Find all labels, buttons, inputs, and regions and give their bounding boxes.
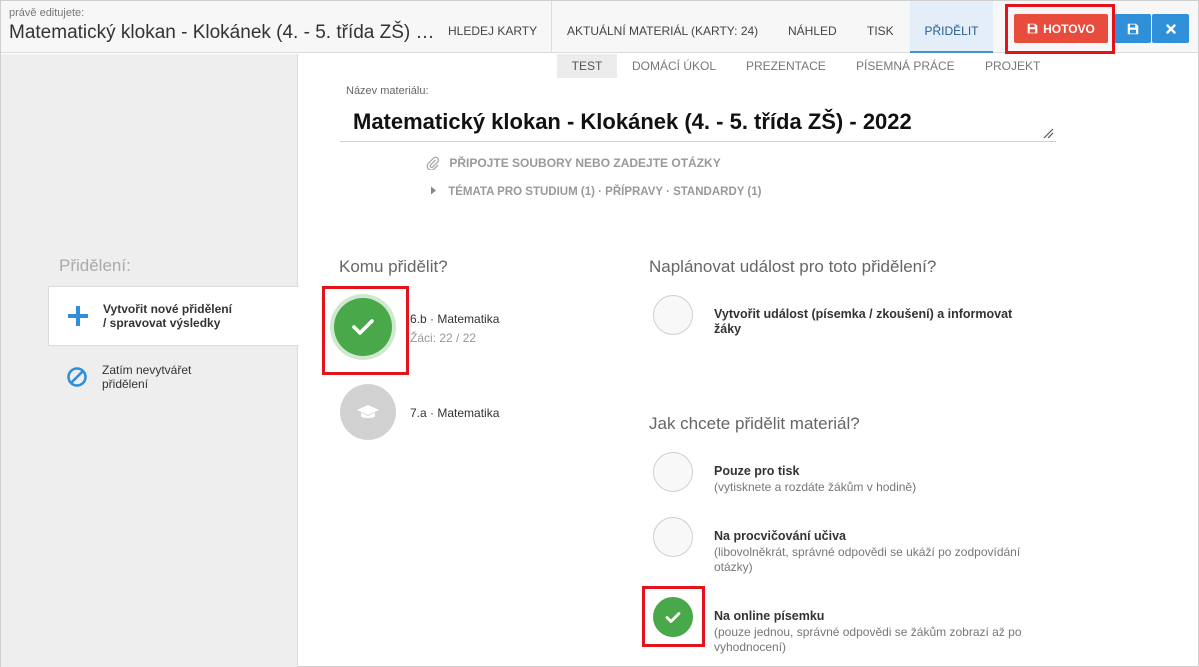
class-7a-name: 7.a · Matematika <box>410 406 500 420</box>
class-7a-toggle[interactable] <box>340 384 396 440</box>
resize-handle-icon[interactable] <box>1042 127 1054 139</box>
ban-icon <box>67 367 87 387</box>
sidebar-item-label: Vytvořit nové přidělení / spravovat výsl… <box>103 302 232 330</box>
subtab-project[interactable]: PROJEKT <box>985 54 1040 78</box>
subtab-written-work[interactable]: PÍSEMNÁ PRÁCE <box>856 54 955 78</box>
tab-divider <box>551 1 552 53</box>
sidebar-item-line2: přidělení <box>102 377 149 391</box>
create-event-label: Vytvořit událost (písemka / zkoušení) a … <box>714 307 1012 337</box>
sidebar: Přidělení: Vytvořit nové přidělení / spr… <box>1 54 299 667</box>
online-test-desc: (pouze jednou, správné odpovědi se žákům… <box>714 625 1022 655</box>
practice-desc: (libovolněkrát, správné odpovědi se ukáž… <box>714 545 1020 575</box>
editing-title: Matematický klokan - Klokánek (4. - 5. t… <box>9 22 435 43</box>
practice-radio[interactable] <box>653 517 693 557</box>
save-icon <box>1127 23 1138 34</box>
create-event-radio[interactable] <box>653 295 693 335</box>
attach-files-label: PŘIPOJTE SOUBORY NEBO ZADEJTE OTÁZKY <box>449 156 721 170</box>
graduation-cap-icon <box>357 405 379 418</box>
online-test-desc-line1: (pouze jednou, správné odpovědi se žákům… <box>714 625 1022 639</box>
online-test-desc-line2: vyhodnocení) <box>714 640 787 654</box>
print-only-desc: (vytisknete a rozdáte žákům v hodině) <box>714 480 917 494</box>
plus-icon <box>68 306 88 326</box>
save-button[interactable] <box>1114 14 1151 43</box>
close-button[interactable] <box>1152 14 1189 43</box>
tab-assign[interactable]: PŘIDĚLIT <box>910 1 993 53</box>
print-only-radio[interactable] <box>653 452 693 492</box>
material-name-label: Název materiálu: <box>346 85 429 97</box>
online-test-title: Na online písemku <box>714 609 825 623</box>
mode-title: Jak chcete přidělit materiál? <box>649 414 860 433</box>
highlight-online-test <box>642 586 705 647</box>
assign-title: Komu přidělit? <box>339 257 448 276</box>
sidebar-item-line2: / spravovat výsledky <box>103 316 221 330</box>
create-event-label-line1: Vytvořit událost (písemka / zkoušení) a … <box>714 307 1013 321</box>
print-only-title: Pouze pro tisk <box>714 464 800 478</box>
subtab-homework[interactable]: DOMÁCÍ ÚKOL <box>632 54 716 78</box>
close-icon <box>1165 23 1176 34</box>
class-6b-students: Žáci: 22 / 22 <box>410 331 477 345</box>
caret-right-icon <box>431 186 436 195</box>
tab-print[interactable]: TISK <box>867 1 894 53</box>
tab-current-material[interactable]: AKTUÁLNÍ MATERIÁL (KARTY: 24) <box>567 1 758 53</box>
sidebar-item-line1: Zatím nevytvářet <box>102 363 192 377</box>
paperclip-icon <box>426 156 440 171</box>
sidebar-item-label: Zatím nevytvářet přidělení <box>102 363 191 391</box>
highlight-done-button <box>1005 4 1115 54</box>
topics-label: TÉMATA PRO STUDIUM (1) · PŘÍPRAVY · STAN… <box>448 186 762 198</box>
sidebar-item-create-assignment[interactable]: Vytvořit nové přidělení / spravovat výsl… <box>48 286 299 346</box>
attach-files-link[interactable]: PŘIPOJTE SOUBORY NEBO ZADEJTE OTÁZKY <box>426 156 721 171</box>
subtab-presentation[interactable]: PREZENTACE <box>746 54 826 78</box>
sidebar-item-no-assignment[interactable]: Zatím nevytvářet přidělení <box>48 348 299 408</box>
class-6b-name: 6.b · Matematika <box>410 312 500 326</box>
tab-preview[interactable]: NÁHLED <box>788 1 837 53</box>
tab-find-cards[interactable]: HLEDEJ KARTY <box>448 1 537 53</box>
create-event-label-line2: žáky <box>714 322 742 336</box>
event-title: Naplánovat událost pro toto přidělení? <box>649 257 937 276</box>
subtab-test[interactable]: TEST <box>557 54 617 78</box>
sidebar-title: Přidělení: <box>59 256 131 275</box>
editing-label: právě editujete: <box>9 7 85 19</box>
sidebar-item-line1: Vytvořit nové přidělení <box>103 302 232 316</box>
material-name-field[interactable]: Matematický klokan - Klokánek (4. - 5. t… <box>340 105 1056 142</box>
topics-toggle[interactable]: TÉMATA PRO STUDIUM (1) · PŘÍPRAVY · STAN… <box>430 186 761 198</box>
practice-desc-line2: otázky) <box>714 560 753 574</box>
highlight-class-6b <box>322 286 409 375</box>
practice-desc-line1: (libovolněkrát, správné odpovědi se ukáž… <box>714 545 1021 559</box>
practice-title: Na procvičování učiva <box>714 529 847 543</box>
